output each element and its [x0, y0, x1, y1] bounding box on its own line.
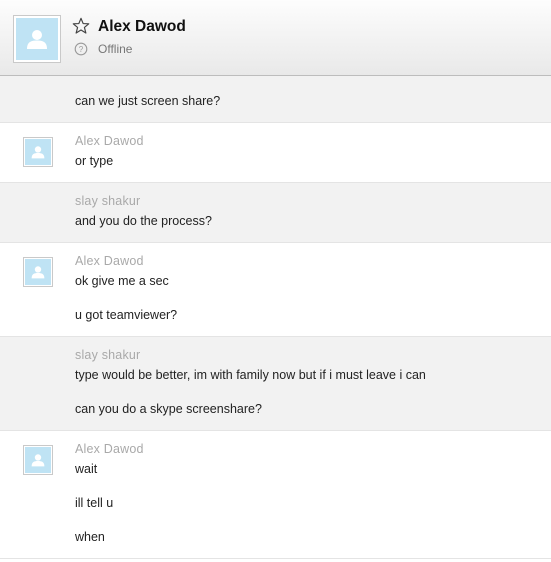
message-group: can we just screen share?	[0, 76, 551, 123]
message-text: u got teamviewer?	[75, 308, 178, 322]
message-text: can you do a skype screenshare?	[75, 402, 262, 416]
message-text: type would be better, im with family now…	[75, 368, 426, 382]
message-text: can we just screen share?	[75, 94, 221, 108]
sender-name: slay shakur	[75, 348, 141, 362]
user-silhouette-icon	[27, 30, 47, 49]
message-group: slay shakur and you do the process?	[0, 183, 551, 243]
sender-name: Alex Dawod	[75, 442, 144, 456]
chat-header: Alex Dawod ? Offline	[0, 0, 551, 76]
contact-name: Alex Dawod	[98, 18, 186, 35]
sender-name: Alex Dawod	[75, 134, 144, 148]
message-text: ill tell u	[75, 496, 114, 510]
contact-status: Offline	[98, 42, 133, 56]
sender-avatar[interactable]	[23, 137, 53, 167]
message-group: Alex Dawod wait ill tell u when	[0, 431, 551, 559]
message-text: and you do the process?	[75, 214, 212, 228]
message-text: ok give me a sec	[75, 274, 169, 288]
sender-name: Alex Dawod	[75, 254, 144, 268]
message-group: Alex Dawod ok give me a sec u got teamvi…	[0, 243, 551, 337]
user-silhouette-icon	[31, 146, 45, 159]
star-outline-icon[interactable]	[72, 17, 90, 35]
message-group: Alex Dawod or type	[0, 123, 551, 183]
svg-text:?: ?	[79, 45, 84, 54]
message-text: wait	[75, 462, 98, 476]
sender-avatar[interactable]	[23, 257, 53, 287]
user-silhouette-icon	[31, 454, 45, 467]
message-text: when	[75, 530, 105, 544]
sender-name: slay shakur	[75, 194, 141, 208]
message-group: slay shakur type would be better, im wit…	[0, 337, 551, 431]
offline-status-icon: ?	[74, 42, 88, 56]
contact-avatar[interactable]	[13, 15, 61, 63]
message-list[interactable]: can we just screen share? Alex Dawod or …	[0, 76, 551, 559]
sender-avatar[interactable]	[23, 445, 53, 475]
user-silhouette-icon	[31, 266, 45, 279]
message-text: or type	[75, 154, 114, 168]
